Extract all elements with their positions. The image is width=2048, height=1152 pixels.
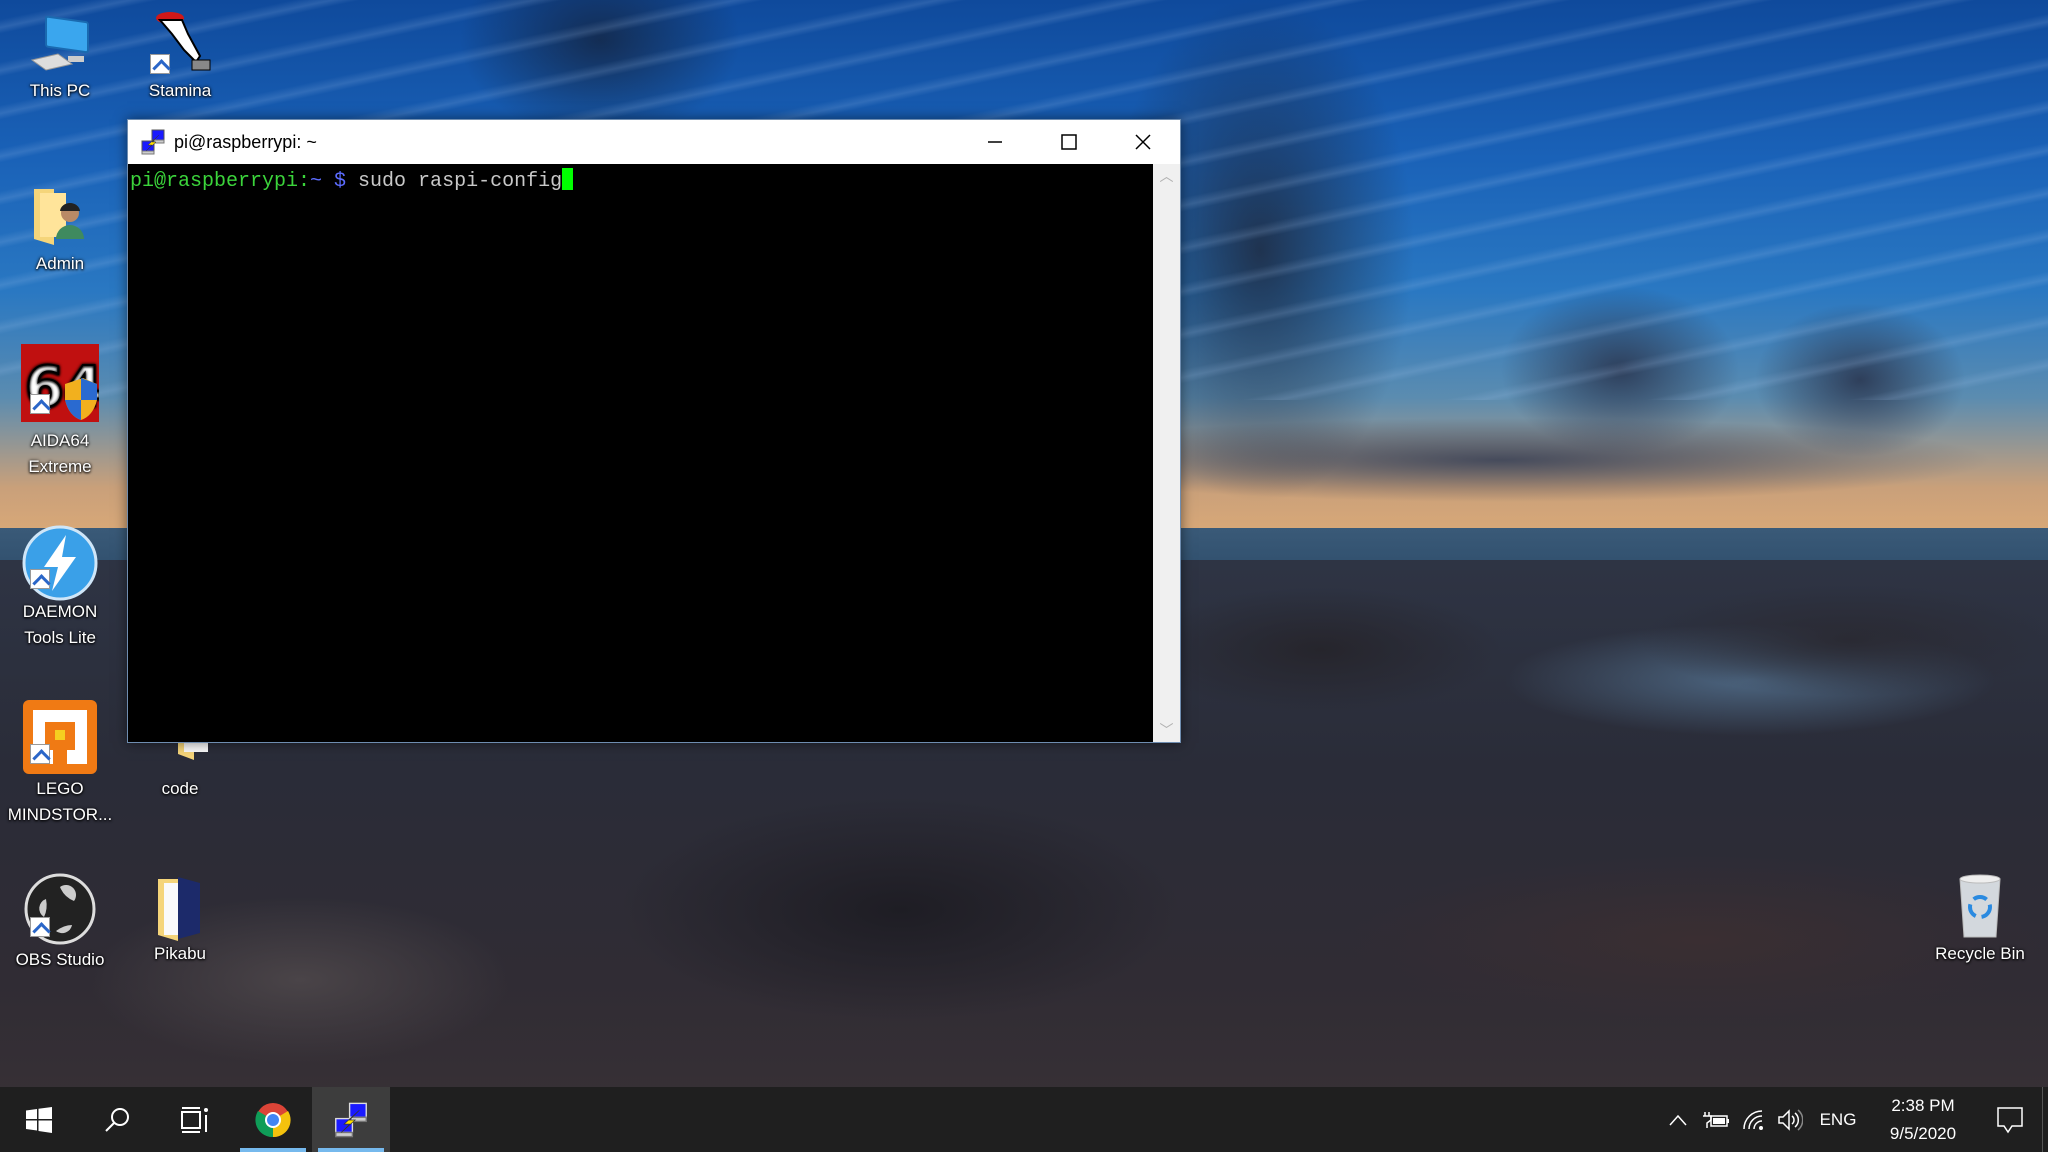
desktop-icon-obs-studio[interactable]: OBS Studio xyxy=(5,873,115,973)
shortcut-arrow-icon xyxy=(30,917,50,937)
shortcut-arrow-icon xyxy=(150,54,170,74)
clock-date: 9/5/2020 xyxy=(1889,1123,1957,1143)
taskbar-putty[interactable] xyxy=(312,1087,390,1152)
shortcut-arrow-icon xyxy=(30,569,50,589)
wifi-icon xyxy=(1743,1109,1763,1130)
clock: 2:38 PM 9/5/2020 xyxy=(1880,1092,1966,1148)
search-icon xyxy=(105,1107,129,1132)
label-line: DAEMON xyxy=(22,602,98,621)
battery-charging-icon xyxy=(1703,1111,1729,1128)
label-line: AIDA64 xyxy=(30,431,90,450)
recycle-bin-icon xyxy=(1948,873,2012,938)
volume-button[interactable] xyxy=(1772,1087,1808,1152)
window-controls xyxy=(958,120,1180,164)
putty-icon xyxy=(335,1102,367,1137)
chevron-up-icon xyxy=(1669,1114,1687,1125)
label-line: Extreme xyxy=(28,457,92,476)
computer-icon xyxy=(28,10,92,74)
desktop-icon-label: OBS Studio xyxy=(15,950,105,969)
terminal-scrollbar[interactable]: ︿ ﹀ xyxy=(1153,164,1180,742)
scroll-down-button[interactable]: ﹀ xyxy=(1153,718,1180,742)
window-title: pi@raspberrypi: ~ xyxy=(174,131,317,152)
desktop-icon-label: This PC xyxy=(29,81,91,100)
minimize-icon xyxy=(988,141,1002,143)
lego-mindstorms-icon xyxy=(23,700,97,774)
desktop-icon-label: AIDA64 Extreme xyxy=(5,428,115,480)
shortcut-arrow-icon xyxy=(30,394,50,414)
terminal-screen[interactable]: pi@raspberrypi:~ $ sudo raspi-config xyxy=(128,164,1153,742)
system-tray: ENG 2:38 PM 9/5/2020 xyxy=(1660,1087,2048,1152)
prompt-path: ~ $ xyxy=(310,170,347,193)
clock-button[interactable]: 2:38 PM 9/5/2020 xyxy=(1868,1087,1978,1152)
stamina-hand-icon xyxy=(148,10,212,74)
running-indicator xyxy=(318,1148,384,1152)
taskbar: ENG 2:38 PM 9/5/2020 xyxy=(0,1087,2048,1152)
battery-button[interactable] xyxy=(1696,1087,1736,1152)
desktop-icon-label: DAEMON Tools Lite xyxy=(5,599,115,651)
search-button[interactable] xyxy=(78,1087,156,1152)
window-titlebar[interactable]: pi@raspberrypi: ~ xyxy=(128,120,1180,164)
chevron-down-icon: ﹀ xyxy=(1159,723,1174,739)
prompt-user-host: pi@raspberrypi: xyxy=(130,170,311,193)
scroll-up-button[interactable]: ︿ xyxy=(1153,164,1180,188)
label-line: MINDSTOR... xyxy=(7,805,113,824)
user-folder-icon xyxy=(28,183,92,247)
maximize-button[interactable] xyxy=(1032,120,1106,164)
close-button[interactable] xyxy=(1106,120,1180,164)
putty-window[interactable]: pi@raspberrypi: ~ pi@raspberrypi:~ $ sud… xyxy=(127,119,1181,743)
terminal-command-line: pi@raspberrypi:~ $ sudo raspi-config xyxy=(130,168,574,195)
desktop-icon-admin[interactable]: Admin xyxy=(5,183,115,277)
input-language-button[interactable]: ENG xyxy=(1808,1087,1868,1152)
desktop-icon-label: Recycle Bin xyxy=(1935,944,2025,963)
desktop-icon-label: Admin xyxy=(35,254,85,273)
volume-icon xyxy=(1778,1108,1803,1131)
clock-time: 2:38 PM xyxy=(1891,1095,1955,1115)
desktop-icon-lego-mindstorms[interactable]: LEGO MINDSTOR... xyxy=(5,700,115,828)
desktop-icon-recycle-bin[interactable]: Recycle Bin xyxy=(1925,873,2035,967)
maximize-icon xyxy=(1061,134,1077,150)
show-hidden-icons-button[interactable] xyxy=(1660,1087,1696,1152)
desktop-icon-label: Stamina xyxy=(148,81,212,100)
desktop-icon-label: LEGO MINDSTOR... xyxy=(5,776,115,828)
folder-icon xyxy=(148,873,212,941)
obs-icon xyxy=(24,873,96,945)
notification-icon xyxy=(1997,1106,2023,1133)
desktop-icon-stamina[interactable]: Stamina xyxy=(125,10,235,104)
minimize-button[interactable] xyxy=(958,120,1032,164)
network-button[interactable] xyxy=(1736,1087,1772,1152)
action-center-button[interactable] xyxy=(1978,1087,2042,1152)
label-line: LEGO xyxy=(36,779,84,798)
desktop-icon-this-pc[interactable]: This PC xyxy=(5,10,115,104)
show-desktop-button[interactable] xyxy=(2042,1087,2048,1152)
chrome-icon xyxy=(255,1102,291,1137)
close-icon xyxy=(1135,134,1151,150)
terminal-cursor xyxy=(562,168,574,190)
start-button[interactable] xyxy=(0,1087,78,1152)
task-view-button[interactable] xyxy=(156,1087,234,1152)
taskbar-chrome[interactable] xyxy=(234,1087,312,1152)
task-view-icon xyxy=(181,1106,208,1133)
chevron-up-icon: ︿ xyxy=(1159,169,1174,185)
running-indicator xyxy=(240,1148,306,1152)
label-line: Tools Lite xyxy=(24,628,96,647)
putty-icon xyxy=(140,129,166,155)
desktop-icon-daemon-tools[interactable]: DAEMON Tools Lite xyxy=(5,525,115,651)
daemon-tools-icon xyxy=(22,525,98,601)
desktop-icon-aida64[interactable]: 64 AIDA64 Extreme xyxy=(5,344,115,480)
typed-command: sudo raspi-config xyxy=(346,170,563,193)
desktop-icon-label: code xyxy=(161,779,199,798)
desktop-icon-pikabu[interactable]: Pikabu xyxy=(125,873,235,967)
windows-logo-icon xyxy=(26,1106,52,1133)
aida64-icon: 64 xyxy=(21,344,104,422)
shortcut-arrow-icon xyxy=(30,744,50,764)
